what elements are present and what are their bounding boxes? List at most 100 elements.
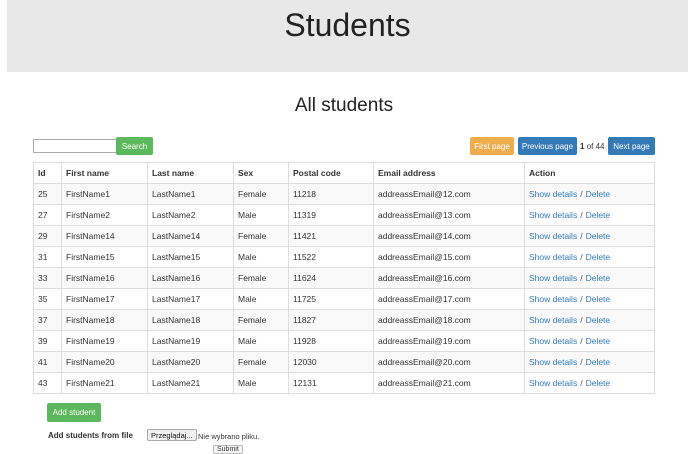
column-header-first-name: First name: [61, 162, 148, 184]
add-student-button[interactable]: Add student: [47, 403, 101, 422]
cell-sex: Female: [233, 309, 289, 331]
current-page-number: 1: [580, 142, 585, 151]
cell-id: 39: [33, 330, 62, 352]
table-row: 41 FirstName20 LastName20 Female 12030 addrea…: [33, 351, 655, 373]
table-row: 35 FirstName17 LastName17 Male 11725 addreass…: [33, 288, 655, 310]
action-separator: /: [580, 378, 583, 388]
cell-sex: Female: [233, 351, 289, 373]
cell-action: Show details / Delete: [524, 351, 655, 373]
browse-file-button[interactable]: Przeglądaj...: [147, 429, 197, 441]
cell-sex: Female: [233, 225, 289, 247]
delete-link[interactable]: Delete: [586, 357, 611, 367]
cell-action: Show details / Delete: [524, 204, 655, 226]
search-button[interactable]: Search: [116, 137, 153, 155]
cell-last-name: LastName2: [147, 204, 234, 226]
delete-link[interactable]: Delete: [586, 210, 611, 220]
cell-action: Show details / Delete: [524, 309, 655, 331]
cell-id: 29: [33, 225, 62, 247]
search-input[interactable]: [33, 139, 117, 153]
cell-sex: Male: [233, 372, 289, 394]
cell-postal-code: 11725: [288, 288, 374, 310]
cell-action: Show details / Delete: [524, 246, 655, 268]
cell-sex: Female: [233, 267, 289, 289]
delete-link[interactable]: Delete: [586, 189, 611, 199]
show-details-link[interactable]: Show details: [529, 231, 577, 241]
delete-link[interactable]: Delete: [586, 252, 611, 262]
cell-email: addreassEmail@15.com: [373, 246, 525, 268]
cell-email: addreassEmail@20.com: [373, 351, 525, 373]
show-details-link[interactable]: Show details: [529, 357, 577, 367]
action-separator: /: [580, 210, 583, 220]
show-details-link[interactable]: Show details: [529, 378, 577, 388]
show-details-link[interactable]: Show details: [529, 336, 577, 346]
cell-action: Show details / Delete: [524, 330, 655, 352]
table-row: 43 FirstName21 LastName21 Male 12131 addreass…: [33, 372, 655, 394]
cell-last-name: LastName17: [147, 288, 234, 310]
cell-id: 31: [33, 246, 62, 268]
cell-postal-code: 11319: [288, 204, 374, 226]
table-row: 25 FirstName1 LastName1 Female 11218 addreass…: [33, 183, 655, 205]
cell-first-name: FirstName18: [61, 309, 148, 331]
first-page-button[interactable]: First page: [470, 137, 514, 155]
cell-id: 25: [33, 183, 62, 205]
section-title: All students: [294, 95, 394, 116]
cell-email: addreassEmail@21.com: [373, 372, 525, 394]
cell-email: addreassEmail@13.com: [373, 204, 525, 226]
cell-first-name: FirstName1: [61, 183, 148, 205]
students-table: Id First name Last name Sex Postal code …: [33, 162, 655, 394]
page-header: Students: [7, 0, 688, 72]
cell-id: 33: [33, 267, 62, 289]
delete-link[interactable]: Delete: [586, 315, 611, 325]
cell-id: 37: [33, 309, 62, 331]
cell-first-name: FirstName17: [61, 288, 148, 310]
next-page-button[interactable]: Next page: [608, 137, 655, 155]
cell-email: addreassEmail@18.com: [373, 309, 525, 331]
delete-link[interactable]: Delete: [586, 336, 611, 346]
cell-postal-code: 11827: [288, 309, 374, 331]
table-row: 33 FirstName16 LastName16 Female 11624 addrea…: [33, 267, 655, 289]
action-separator: /: [580, 294, 583, 304]
cell-postal-code: 11624: [288, 267, 374, 289]
cell-email: addreassEmail@16.com: [373, 267, 525, 289]
total-pages-label: of 44: [586, 142, 605, 151]
previous-page-button[interactable]: Previous page: [518, 137, 577, 155]
table-row: 39 FirstName19 LastName19 Male 11928 addreass…: [33, 330, 655, 352]
cell-first-name: FirstName14: [61, 225, 148, 247]
show-details-link[interactable]: Show details: [529, 252, 577, 262]
cell-last-name: LastName21: [147, 372, 234, 394]
cell-id: 41: [33, 351, 62, 373]
action-separator: /: [580, 273, 583, 283]
show-details-link[interactable]: Show details: [529, 189, 577, 199]
cell-action: Show details / Delete: [524, 267, 655, 289]
cell-last-name: LastName18: [147, 309, 234, 331]
cell-email: addreassEmail@14.com: [373, 225, 525, 247]
cell-action: Show details / Delete: [524, 372, 655, 394]
submit-file-button[interactable]: Submit: [213, 445, 243, 454]
cell-last-name: LastName15: [147, 246, 234, 268]
cell-last-name: LastName19: [147, 330, 234, 352]
cell-first-name: FirstName16: [61, 267, 148, 289]
cell-action: Show details / Delete: [524, 183, 655, 205]
cell-action: Show details / Delete: [524, 288, 655, 310]
show-details-link[interactable]: Show details: [529, 294, 577, 304]
cell-last-name: LastName14: [147, 225, 234, 247]
delete-link[interactable]: Delete: [586, 378, 611, 388]
cell-postal-code: 12030: [288, 351, 374, 373]
cell-last-name: LastName16: [147, 267, 234, 289]
action-separator: /: [580, 189, 583, 199]
file-status-text: Nie wybrano pliku.: [198, 432, 260, 441]
cell-id: 27: [33, 204, 62, 226]
cell-first-name: FirstName20: [61, 351, 148, 373]
show-details-link[interactable]: Show details: [529, 210, 577, 220]
delete-link[interactable]: Delete: [586, 273, 611, 283]
table-row: 29 FirstName14 LastName14 Female 11421 addrea…: [33, 225, 655, 247]
show-details-link[interactable]: Show details: [529, 315, 577, 325]
delete-link[interactable]: Delete: [586, 294, 611, 304]
cell-postal-code: 11522: [288, 246, 374, 268]
delete-link[interactable]: Delete: [586, 231, 611, 241]
table-row: 31 FirstName15 LastName15 Male 11522 addreass…: [33, 246, 655, 268]
cell-id: 35: [33, 288, 62, 310]
cell-postal-code: 11421: [288, 225, 374, 247]
show-details-link[interactable]: Show details: [529, 273, 577, 283]
cell-action: Show details / Delete: [524, 225, 655, 247]
